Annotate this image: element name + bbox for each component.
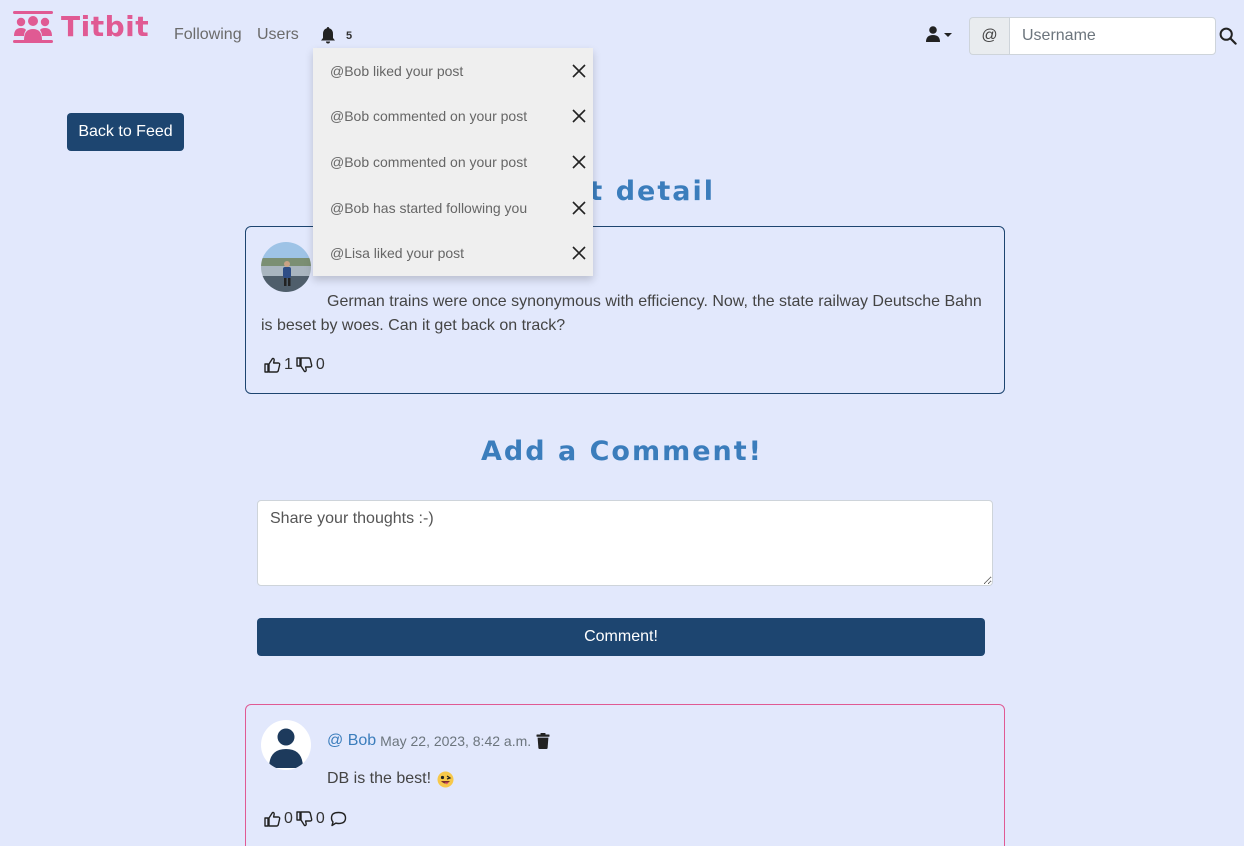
notification-item[interactable]: @Bob has started following you [313,185,593,231]
add-comment-heading: Add a Comment! [481,436,763,467]
notification-dropdown: @Bob liked your post @Bob commented on y… [313,48,593,276]
notification-item[interactable]: @Bob commented on your post [313,139,593,185]
nav-following[interactable]: Following [174,26,242,44]
brand-logo[interactable]: Titbit [13,10,149,43]
notification-item[interactable]: @Lisa liked your post [313,230,593,276]
search-input[interactable] [1009,17,1216,55]
emoji-icon [437,771,454,787]
notification-text: @Bob liked your post [330,62,464,79]
speech-bubble-icon[interactable] [330,811,347,827]
trash-icon[interactable] [536,733,550,749]
thumbs-down-icon[interactable] [296,357,313,373]
post-like-count: 1 [284,356,293,373]
comment-card: @ Bob May 22, 2023, 8:42 a.m. DB is the … [245,704,1005,846]
close-icon[interactable] [571,200,587,216]
comment-author-avatar[interactable] [261,720,311,770]
users-icon [13,10,53,43]
comment-meta: @ Bob May 22, 2023, 8:42 a.m. [327,732,550,750]
brand-name: Titbit [61,10,150,43]
nav-users[interactable]: Users [257,26,299,44]
chevron-down-icon [944,33,952,37]
user-icon [269,728,303,768]
comment-username-link[interactable]: @ Bob [327,732,376,750]
comment-like-count: 0 [284,810,293,827]
post-content: German trains were once synonymous with … [261,293,982,334]
thumbs-up-icon[interactable] [264,811,281,827]
comment-text: DB is the best! [327,770,454,788]
comment-dislike-count: 0 [315,810,325,827]
at-prefix: @ [969,17,1009,55]
post-author-avatar[interactable] [261,242,311,292]
notification-text: @Bob commented on your post [330,153,528,170]
notification-text: @Lisa liked your post [330,245,465,262]
notification-text: @Bob has started following you [330,199,528,216]
thumbs-up-icon[interactable] [264,357,281,373]
comment-text-body: DB is the best! [327,770,432,787]
notification-item[interactable]: @Bob commented on your post [313,94,593,140]
search-icon[interactable] [1219,27,1237,45]
back-to-feed-button[interactable]: Back to Feed [67,113,184,151]
close-icon[interactable] [571,245,587,261]
close-icon[interactable] [571,108,587,124]
page: Titbit Following Users 5 @ Back to Feed … [0,0,1244,846]
search-group: @ [969,17,1216,55]
post-reactions: 1 0 [264,356,328,374]
comment-reactions: 0 0 [264,810,347,828]
user-menu-toggle[interactable] [926,26,952,42]
bell-icon[interactable] [320,26,336,44]
comment-textarea[interactable] [257,500,993,586]
thumbs-down-icon[interactable] [296,811,313,827]
post-dislike-count: 0 [315,356,325,373]
post-heading: Post detail [529,176,715,207]
user-icon [926,26,940,42]
notification-text: @Bob commented on your post [330,108,528,125]
notification-count-badge: 5 [346,30,353,42]
close-icon[interactable] [571,63,587,79]
comment-date: May 22, 2023, 8:42 a.m. [380,733,532,749]
comment-submit-button[interactable]: Comment! [257,618,985,656]
close-icon[interactable] [571,154,587,170]
avatar-photo-image [261,242,311,292]
navbar: Titbit Following Users 5 @ [0,0,1244,70]
notification-item[interactable]: @Bob liked your post [313,48,593,94]
